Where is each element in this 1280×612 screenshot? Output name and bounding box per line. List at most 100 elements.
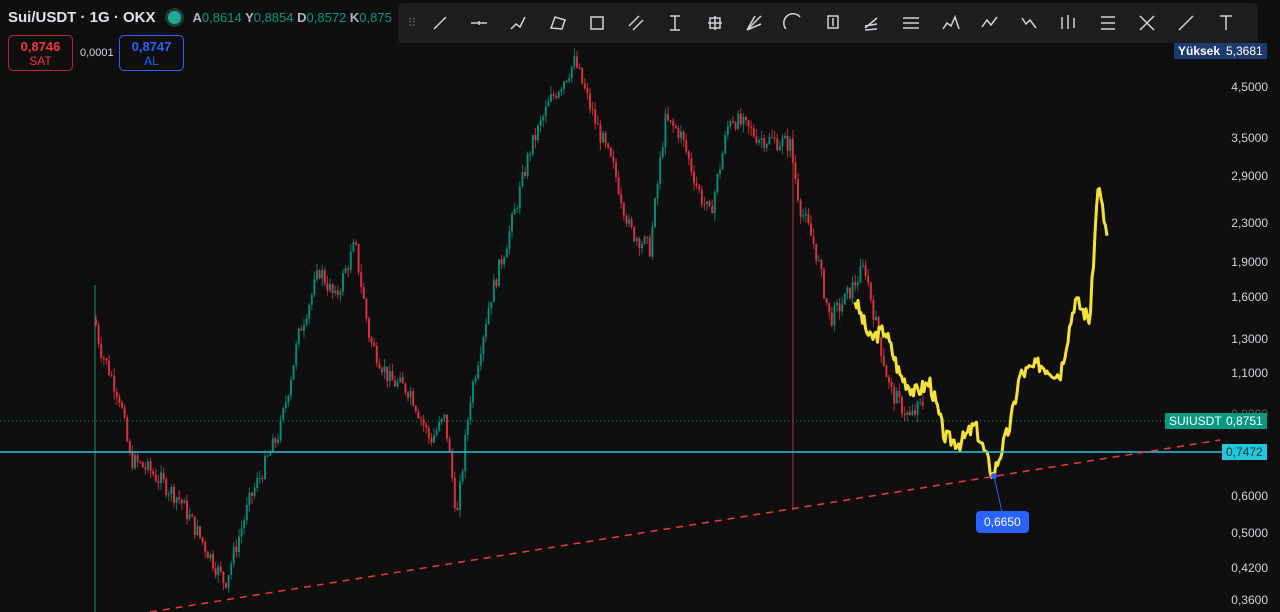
candle	[906, 410, 909, 422]
parallel-channel-icon[interactable]	[616, 3, 655, 43]
candle	[412, 388, 415, 407]
candle	[791, 137, 794, 164]
low-price-label[interactable]: 0,6650	[976, 511, 1029, 533]
path-icon[interactable]	[499, 3, 538, 43]
candle	[105, 357, 108, 365]
candle	[786, 128, 789, 158]
head-shoulders-icon[interactable]	[931, 3, 970, 43]
candle	[529, 151, 532, 162]
candle	[750, 120, 753, 136]
elliott-wave-icon[interactable]	[1009, 3, 1048, 43]
candle	[287, 394, 290, 407]
candle	[758, 138, 760, 146]
candle	[698, 183, 701, 194]
candle	[654, 197, 656, 229]
candle	[422, 415, 425, 433]
sell-button[interactable]: 0,8746 SAT	[8, 35, 73, 71]
candle	[672, 118, 675, 133]
symbol-header: Sui/USDT · 1G · OKX A0,8614 Y0,8854 D0,8…	[8, 9, 392, 26]
rectangle-icon[interactable]	[577, 3, 616, 43]
candle	[630, 216, 633, 230]
text-icon[interactable]	[1206, 3, 1245, 43]
candle	[815, 243, 818, 265]
candle	[183, 498, 186, 504]
candle	[903, 406, 906, 421]
candle	[721, 150, 724, 170]
candle	[196, 519, 199, 537]
candle	[880, 336, 883, 363]
candle	[362, 282, 365, 300]
xabcd-pattern-icon[interactable]	[970, 3, 1009, 43]
trendline-dashed[interactable]	[149, 439, 1221, 612]
candle	[638, 236, 641, 256]
candle	[755, 129, 758, 145]
gann-box-icon[interactable]	[1088, 3, 1127, 43]
horizontal-ray-icon[interactable]	[459, 3, 498, 43]
overlay-projection-line[interactable]	[853, 187, 1109, 479]
candle	[256, 471, 259, 492]
candle	[890, 377, 893, 395]
candle	[901, 394, 903, 418]
candle	[152, 467, 155, 477]
candle	[336, 285, 339, 300]
arc-icon[interactable]	[774, 3, 813, 43]
fib-fan-icon[interactable]	[734, 3, 773, 43]
candle	[537, 123, 539, 143]
candle	[706, 201, 708, 212]
candle	[188, 507, 191, 521]
candle	[846, 285, 849, 300]
candle	[617, 171, 620, 196]
candle	[557, 90, 560, 99]
candle	[178, 490, 181, 505]
candle	[313, 271, 316, 298]
candle	[487, 301, 490, 325]
candle	[604, 130, 607, 149]
candle	[729, 119, 732, 130]
candle	[479, 346, 482, 371]
high-value: 5,3681	[1222, 43, 1267, 59]
drag-handle-icon[interactable]: ⠿	[404, 16, 420, 30]
candle	[776, 133, 779, 152]
candle	[201, 536, 204, 546]
candle	[544, 99, 547, 123]
candle	[773, 131, 776, 144]
candle	[573, 48, 576, 70]
candle	[789, 136, 792, 158]
price-tick-label: 1,9000	[1231, 255, 1268, 270]
ray-icon[interactable]	[1167, 3, 1206, 43]
polyline-icon[interactable]	[538, 3, 577, 43]
low-marker[interactable]	[991, 473, 997, 479]
spread-value: 0,0001	[80, 47, 114, 59]
candle	[682, 130, 685, 147]
candle	[118, 393, 121, 408]
trend-line-icon[interactable]	[420, 3, 459, 43]
candle	[303, 318, 305, 338]
candle	[318, 268, 321, 280]
price-range-icon[interactable]	[656, 3, 695, 43]
candle	[700, 185, 703, 208]
pitchfork-icon[interactable]	[852, 3, 891, 43]
fib-retracement-icon[interactable]	[892, 3, 931, 43]
candle	[248, 487, 251, 512]
candle	[232, 542, 235, 568]
candle	[446, 414, 448, 443]
buy-button[interactable]: 0,8747 AL	[119, 35, 184, 71]
candle	[508, 225, 511, 255]
candle	[518, 181, 521, 215]
candle	[258, 470, 261, 485]
candle	[438, 416, 441, 433]
candle	[869, 281, 872, 304]
price-label-icon[interactable]	[813, 3, 852, 43]
candle	[875, 310, 877, 321]
candle	[162, 467, 165, 484]
candle	[680, 125, 682, 144]
symbol-title[interactable]: Sui/USDT · 1G · OKX	[8, 9, 156, 26]
cypher-pattern-icon[interactable]	[1127, 3, 1166, 43]
price-tick-label: 4,5000	[1231, 80, 1268, 94]
date-price-range-icon[interactable]	[695, 3, 734, 43]
candle	[885, 364, 888, 378]
candle	[300, 325, 303, 332]
price-tick-label: 2,9000	[1231, 169, 1268, 184]
bars-pattern-icon[interactable]	[1049, 3, 1088, 43]
price-chart[interactable]	[0, 0, 1280, 612]
